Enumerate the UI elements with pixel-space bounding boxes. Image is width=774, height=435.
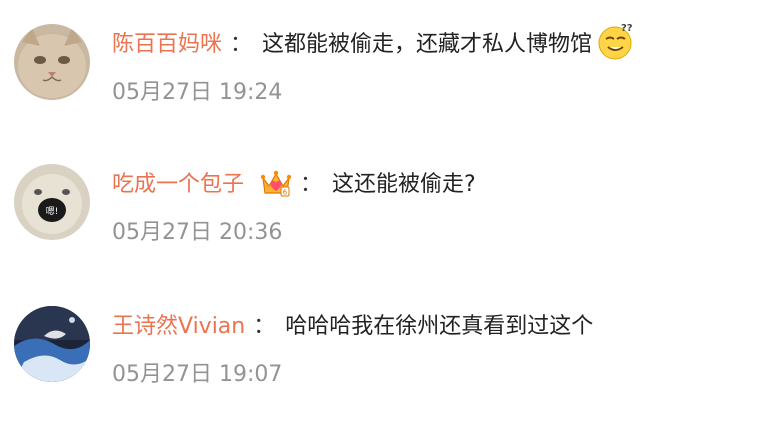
crown-heart-badge-icon[interactable]: 6 [260, 166, 292, 198]
comment-line: 吃成一个包子 6 ： 这还能被偷走? [112, 168, 476, 202]
screaming-face-avatar-icon: 嗯! [14, 164, 90, 240]
username-link[interactable]: 吃成一个包子 [112, 172, 244, 197]
timestamp: 05月27日 19:24 [112, 80, 283, 105]
comment-item: 王诗然Vivian ： 哈哈哈我在徐州还真看到过这个 05月27日 19:07 [0, 282, 774, 402]
comment-text: 这都能被偷走，还藏才私人博物馆 [262, 32, 593, 57]
comment-text: 这还能被偷走? [332, 172, 476, 197]
username-link[interactable]: 陈百百妈咪 [112, 32, 222, 57]
night-landscape-avatar-icon [14, 306, 90, 382]
timestamp: 05月27日 20:36 [112, 220, 283, 245]
dizzy-face-emoji-icon: ?? [596, 21, 636, 61]
comment-item: 嗯! 吃成一个包子 6 ： 这还能被偷走? 05月27日 20:36 [0, 140, 774, 260]
separator: ： [253, 314, 276, 339]
username-link[interactable]: 王诗然Vivian [112, 314, 245, 339]
cat-face-avatar-icon [14, 24, 90, 100]
comment-text: 哈哈哈我在徐州还真看到过这个 [285, 314, 594, 339]
comment-line: 陈百百妈咪 ： 这都能被偷走，还藏才私人博物馆 ?? [112, 23, 636, 62]
separator: ： [300, 172, 323, 197]
svg-text:??: ?? [621, 23, 633, 34]
avatar[interactable]: 嗯! [14, 164, 90, 240]
avatar[interactable] [14, 306, 90, 382]
timestamp: 05月27日 19:07 [112, 362, 283, 387]
comment-item: 陈百百妈咪 ： 这都能被偷走，还藏才私人博物馆 ?? 05月27日 19:24 [0, 0, 774, 120]
separator: ： [230, 32, 253, 57]
svg-text:嗯!: 嗯! [46, 206, 59, 217]
comment-line: 王诗然Vivian ： 哈哈哈我在徐州还真看到过这个 [112, 310, 593, 344]
svg-text:6: 6 [283, 189, 288, 197]
avatar[interactable] [14, 24, 90, 100]
